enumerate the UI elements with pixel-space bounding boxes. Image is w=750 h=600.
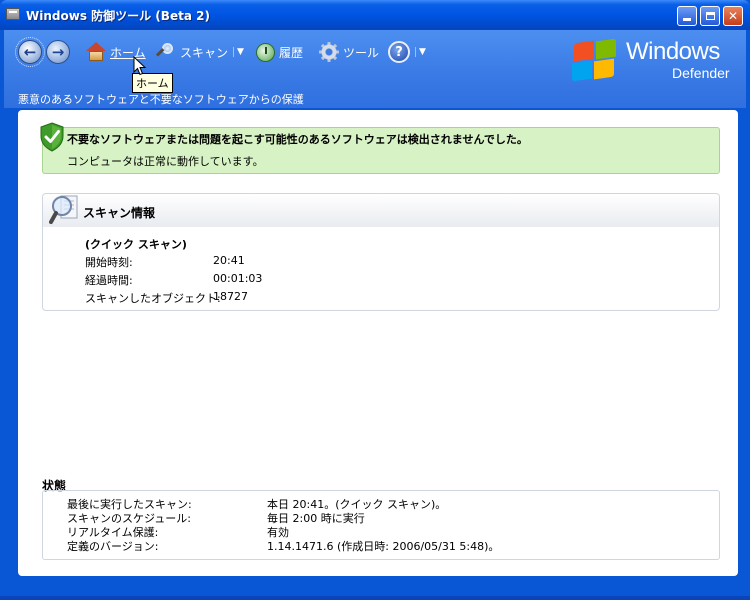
tools-button[interactable]: ツール <box>319 41 379 63</box>
help-dropdown-icon[interactable]: ▼ <box>415 47 426 57</box>
scan-info-title: スキャン情報 <box>83 206 156 220</box>
status-row: リアルタイム保護: 有効 <box>67 524 707 539</box>
maximize-icon <box>705 12 715 20</box>
status-row: スキャンのスケジュール: 毎日 2:00 時に実行 <box>67 510 707 525</box>
window-title: Windows 防御ツール (Beta 2) <box>26 9 210 23</box>
maximize-button[interactable] <box>700 6 720 26</box>
status-row: 定義のバージョン: 1.14.1471.6 (作成日時: 2006/05/31 … <box>67 538 707 553</box>
scan-label: スキャン <box>180 45 229 60</box>
scan-info-value: 18727 <box>213 290 248 303</box>
forward-button[interactable]: → <box>46 40 70 64</box>
status-key: 定義のバージョン: <box>67 540 159 553</box>
banner-title: 不要なソフトウェアまたは問題を起こす可能性のあるソフトウェアは検出されませんでし… <box>67 133 528 146</box>
status-row: 最後に実行したスキャン: 本日 20:41。(クイック スキャン)。 <box>67 496 707 511</box>
scan-dropdown-icon[interactable]: ▼ <box>233 47 244 57</box>
banner-subtitle: コンピュータは正常に動作しています。 <box>67 155 264 168</box>
scan-info-key: スキャンしたオブジェクト: <box>85 292 221 305</box>
back-button[interactable]: ← <box>15 37 45 67</box>
tools-label: ツール <box>343 45 380 60</box>
window-bottom-border <box>0 596 750 600</box>
history-button[interactable]: 履歴 <box>256 41 303 63</box>
scan-type: (クイック スキャン) <box>85 238 187 251</box>
minimize-button[interactable] <box>677 6 697 26</box>
main-panel: 不要なソフトウェアまたは問題を起こす可能性のあるソフトウェアは検出されませんでし… <box>18 110 738 576</box>
help-glyph: ? <box>395 44 403 60</box>
scan-info-value: 00:01:03 <box>213 272 263 285</box>
history-icon <box>256 42 275 62</box>
logo-windows-text: Windows <box>626 38 720 65</box>
scan-magnifier-icon <box>49 195 78 224</box>
status-banner: 不要なソフトウェアまたは問題を起こす可能性のあるソフトウェアは検出されませんでし… <box>40 122 720 174</box>
close-icon: ✕ <box>727 9 739 23</box>
logo-defender-text: Defender <box>672 65 730 81</box>
history-label: 履歴 <box>279 45 304 60</box>
toolbar: ← → ホーム スキャン ▼ 履歴 ツール ? ▼ <box>15 37 476 68</box>
scan-info-row: 開始時刻: 20:41 <box>85 254 705 270</box>
app-window: Windows 防御ツール (Beta 2) ✕ ← → ホーム スキャン ▼ <box>0 0 750 600</box>
close-button[interactable]: ✕ <box>723 6 743 26</box>
header-subtitle: 悪意のあるソフトウェアと不要なソフトウェアからの保護 <box>18 93 304 106</box>
windows-flag-logo <box>572 38 618 82</box>
title-bar[interactable]: Windows 防御ツール (Beta 2) ✕ <box>0 0 750 30</box>
scan-button[interactable]: スキャン ▼ <box>156 41 244 63</box>
help-icon: ? <box>388 41 410 63</box>
shield-check-icon <box>40 122 64 152</box>
gear-icon <box>319 42 339 62</box>
scan-info-row: スキャンしたオブジェクト: 18727 <box>85 290 705 306</box>
scan-info-header: スキャン情報 <box>43 194 719 227</box>
back-arrow-icon: ← <box>23 43 37 61</box>
forward-arrow-icon: → <box>51 43 65 61</box>
status-value: 1.14.1471.6 (作成日時: 2006/05/31 5:48)。 <box>267 540 500 553</box>
windows-defender-logo: Windows Defender <box>568 34 748 84</box>
magnifier-icon <box>156 42 176 62</box>
scan-info-row: 経過時間: 00:01:03 <box>85 272 705 288</box>
scan-info-value: 20:41 <box>213 254 245 267</box>
scan-info-panel: スキャン情報 (クイック スキャン) 開始時刻: 20:41 経過時間: 00:… <box>42 193 720 311</box>
help-button[interactable]: ? ▼ <box>388 41 426 63</box>
scan-info-key: 経過時間: <box>85 274 133 287</box>
minimize-icon <box>683 18 691 21</box>
home-tooltip: ホーム <box>132 73 173 93</box>
home-icon <box>86 42 106 62</box>
scan-info-key: 開始時刻: <box>85 256 133 269</box>
status-panel: 最後に実行したスキャン: 本日 20:41。(クイック スキャン)。 スキャンの… <box>42 490 720 560</box>
window-app-icon[interactable] <box>6 8 20 20</box>
